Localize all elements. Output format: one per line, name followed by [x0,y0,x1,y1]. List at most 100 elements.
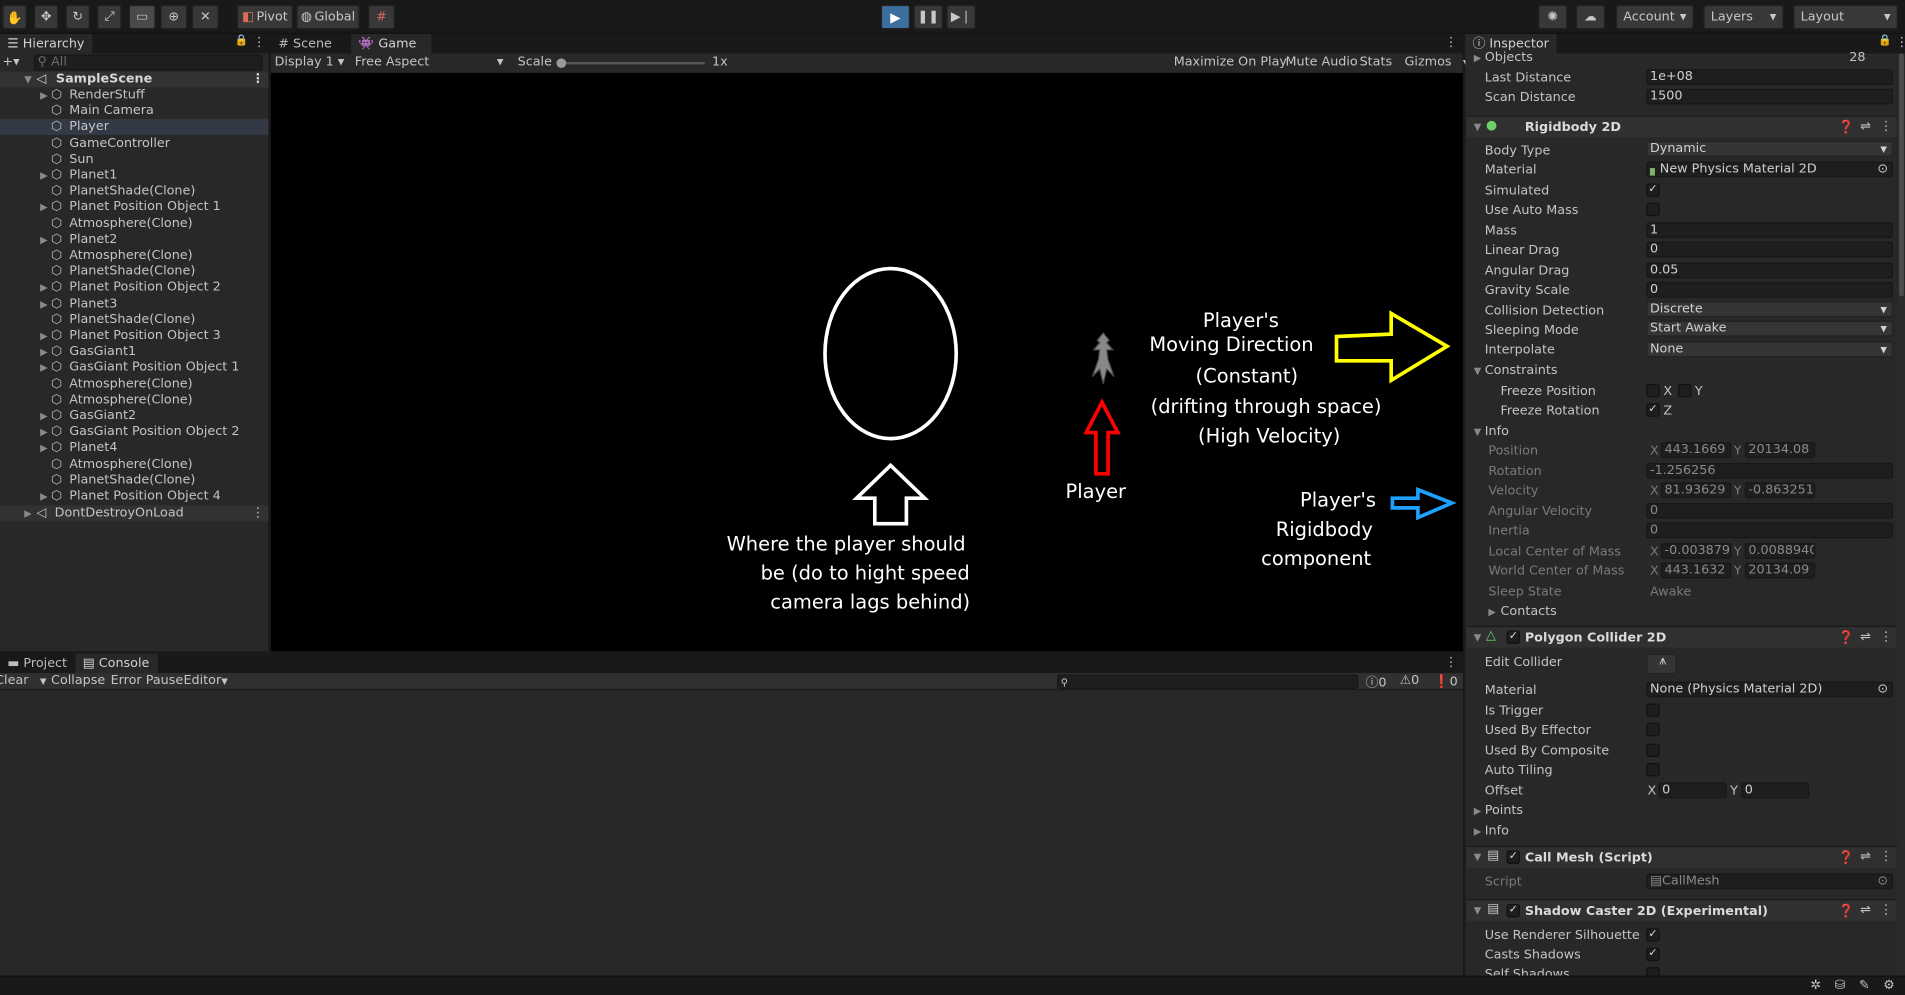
hand-tool-icon[interactable]: ✋ [2,4,27,30]
hierarchy-item[interactable]: ⬡ Atmosphere(Clone) [0,376,269,392]
hierarchy-item[interactable]: ▶ ⬡ RenderStuff [0,87,269,103]
account-dropdown[interactable]: Account ▼ [1615,4,1694,30]
more-icon[interactable]: ⋮ [253,35,266,50]
hierarchy-item[interactable]: ⬡ PlanetShade(Clone) [0,312,269,328]
self-shadows-checkbox[interactable] [1646,967,1660,976]
freeze-rotation-z-checkbox[interactable]: ✓ [1646,403,1660,417]
inspector-more-icon[interactable]: ⋮ [1895,35,1905,50]
grid-snap-icon[interactable]: # [368,4,395,30]
offset-y-field[interactable]: 0 [1741,782,1810,799]
rigidbody2d-header[interactable]: ▼ ● Rigidbody 2D ❓ ⇌ ⋮ [1466,115,1897,138]
presets-icon[interactable]: ⇌ [1860,903,1871,918]
scan-distance-field[interactable]: 1500 [1646,88,1893,105]
help-icon[interactable]: ❓ [1838,849,1854,866]
hierarchy-item[interactable]: ▶ ⬡ Planet1 [0,168,269,184]
hierarchy-item[interactable]: ▶ ⬡ GasGiant2 [0,408,269,424]
presets-icon[interactable]: ⇌ [1860,119,1871,134]
use-auto-mass-checkbox[interactable] [1646,202,1660,217]
tab-game[interactable]: 👾 Game [351,34,432,54]
scale-slider-handle[interactable] [556,58,567,69]
shadow-caster-header[interactable]: ▼ ▤ ✓ Shadow Caster 2D (Experimental) ❓ … [1466,899,1897,921]
expand-arrow-icon[interactable]: ▶ [40,408,47,424]
scale-tool-icon[interactable]: ⤢ [97,4,122,30]
simulated-checkbox[interactable]: ✓ [1646,183,1660,197]
tab-hierarchy[interactable]: ☰ Hierarchy [0,34,92,54]
stats-toggle[interactable]: Stats [1360,55,1393,70]
help-icon[interactable]: ❓ [1838,629,1854,646]
call-mesh-header[interactable]: ▼ ▤ ✓ Call Mesh (Script) ❓ ⇌ ⋮ [1466,845,1897,868]
mute-audio-toggle[interactable]: Mute Audio [1285,55,1357,70]
contacts-foldout[interactable]: Contacts [1501,604,1557,619]
help-icon[interactable]: ❓ [1838,903,1854,919]
hierarchy-item[interactable]: ▶ ⬡ Planet2 [0,232,269,248]
mass-field[interactable]: 1 [1646,222,1893,239]
hierarchy-item[interactable]: ▶ ⬡ GasGiant1 [0,344,269,360]
constraints-foldout[interactable]: Constraints [1485,363,1558,378]
expand-arrow-icon[interactable]: ▶ [40,344,47,360]
component-menu-icon[interactable]: ⋮ [1880,119,1893,134]
component-menu-icon[interactable]: ⋮ [1880,849,1893,864]
expand-arrow-icon[interactable]: ▶ [40,360,47,376]
hierarchy-item[interactable]: ⬡ Atmosphere(Clone) [0,216,269,232]
freeze-position-x-checkbox[interactable] [1646,383,1660,398]
collision-detection-dropdown[interactable]: Discrete ▼ [1646,301,1893,318]
angular-drag-field[interactable]: 0.05 [1646,262,1893,279]
hierarchy-item[interactable]: ▶ ⬡ Planet Position Object 3 [0,328,269,344]
display-dropdown[interactable]: Display 1 ▼ [275,55,350,70]
layout-dropdown[interactable]: Layout ▼ [1793,4,1898,30]
inspector-lock-icon[interactable]: 🔒 [1878,35,1892,47]
console-more-icon[interactable]: ⋮ [1445,655,1458,670]
hierarchy-item[interactable]: ⬡ Main Camera [0,104,269,120]
expand-arrow-icon[interactable]: ▶ [40,328,47,344]
scene-row[interactable]: ▼ ◁ SampleScene ⋮ [0,71,269,88]
move-tool-icon[interactable]: ✥ [34,4,59,30]
used-by-effector-checkbox[interactable] [1646,722,1660,737]
transform-tool-icon[interactable]: ⊕ [160,4,188,30]
settings-icon[interactable]: ⚙ [1883,978,1894,993]
inspector-scrollbar[interactable] [1897,53,1905,975]
hierarchy-item[interactable]: ▶ ⬡ Planet Position Object 1 [0,200,269,216]
console-search-input[interactable]: ⚲ [1057,674,1359,689]
last-distance-field[interactable]: 1e+08 [1646,69,1893,86]
presets-icon[interactable]: ⇌ [1860,849,1871,864]
editor-dropdown[interactable]: Editor▼ [183,673,227,688]
hierarchy-item[interactable]: ▶ ⬡ Planet Position Object 4 [0,488,269,504]
freeze-position-y-checkbox[interactable] [1677,383,1692,398]
info-foldout[interactable]: Info [1485,424,1509,439]
expand-arrow-icon[interactable]: ▶ [40,168,47,184]
ddol-scene-row[interactable]: ▶ ◁ DontDestroyOnLoad ⋮ [0,505,269,522]
gravity-scale-field[interactable]: 0 [1646,281,1893,298]
pc-material-field[interactable]: None (Physics Material 2D) ⊙ [1646,681,1893,698]
call-mesh-enabled-checkbox[interactable]: ✓ [1506,850,1520,864]
hierarchy-item[interactable]: ⬡ PlanetShade(Clone) [0,184,269,200]
offset-x-field[interactable]: 0 [1658,782,1727,799]
shadow-caster-enabled-checkbox[interactable]: ✓ [1506,903,1520,918]
is-trigger-checkbox[interactable] [1646,703,1660,717]
progress-icon[interactable]: ✎ [1859,978,1870,993]
custom-tool-icon[interactable]: ✕ [191,4,219,30]
cloud-icon[interactable]: ☁ [1575,4,1606,30]
expand-arrow-icon[interactable]: ▶ [40,488,47,504]
bug-icon[interactable]: ✲ [1810,978,1821,993]
expand-arrow-icon[interactable]: ▶ [40,232,47,248]
rect-tool-icon[interactable]: ▭ [128,4,156,30]
pc-info-foldout[interactable]: Info [1485,824,1509,839]
hierarchy-item[interactable]: ⬡ PlanetShade(Clone) [0,472,269,488]
tab-console[interactable]: ▤ Console [75,653,158,674]
game-more-icon[interactable]: ⋮ [1445,35,1458,50]
expand-arrow-icon[interactable]: ▶ [40,296,47,312]
network-icon[interactable]: ⛁ [1835,978,1846,993]
error-count[interactable]: ❗0 [1434,673,1458,689]
body-type-dropdown[interactable]: Dynamic ▼ [1646,140,1893,157]
hierarchy-item[interactable]: ⬡ Sun [0,152,269,168]
aspect-dropdown[interactable]: Free Aspect ▼ [355,55,508,70]
pause-button[interactable]: ❚❚ [913,4,943,30]
hierarchy-item[interactable]: ⬡ GameController [0,136,269,152]
hierarchy-item[interactable]: ⬡ Atmosphere(Clone) [0,392,269,408]
expand-arrow-icon[interactable]: ▶ [40,200,47,216]
interpolate-dropdown[interactable]: None ▼ [1646,341,1893,358]
hierarchy-search-input[interactable]: ⚲ All [34,54,263,71]
global-button[interactable]: ◍ Global [296,4,360,30]
use-renderer-silhouette-checkbox[interactable]: ✓ [1646,928,1660,942]
hierarchy-item[interactable]: ⬡ Player [0,119,269,136]
